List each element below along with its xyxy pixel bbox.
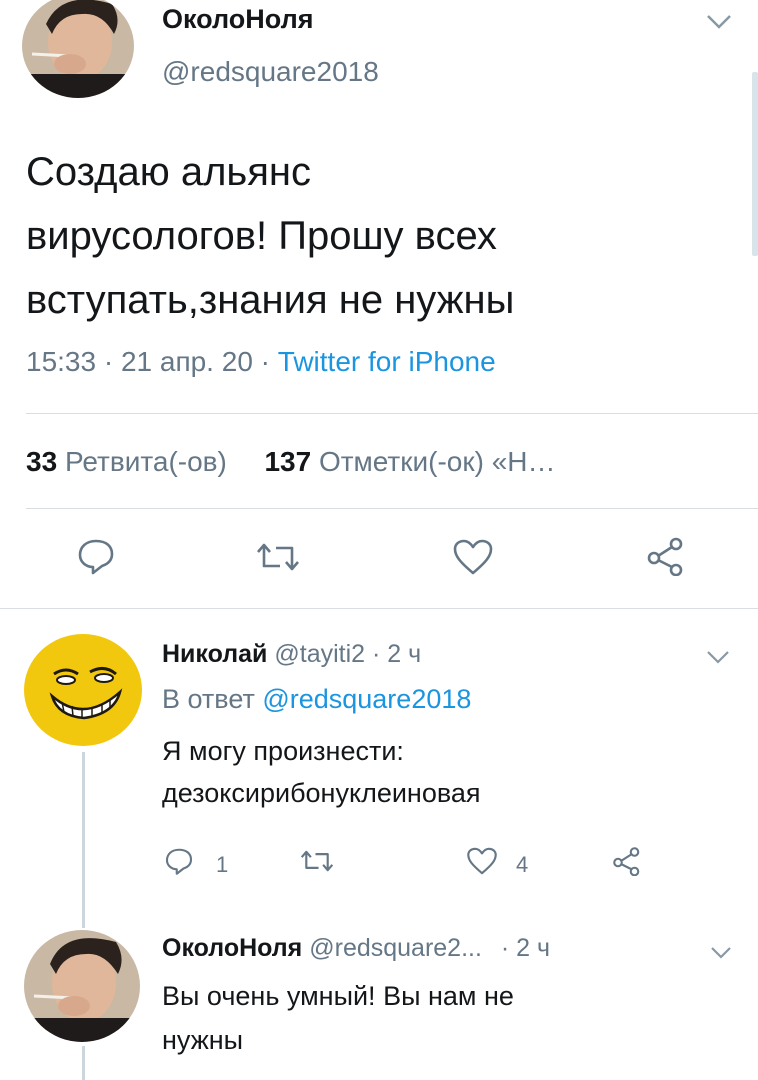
reply-avatar[interactable]: [24, 634, 142, 746]
retweets-stat[interactable]: 33 Ретвита(-ов): [26, 446, 227, 477]
chevron-down-icon[interactable]: [706, 650, 730, 664]
reply-to-handle[interactable]: @redsquare2018: [262, 684, 471, 714]
retweets-count: 33: [26, 446, 58, 477]
likes-label: Отметки(-ок) «Н…: [318, 446, 556, 477]
divider: [26, 508, 758, 509]
author-avatar[interactable]: [22, 0, 134, 98]
divider: [26, 413, 758, 414]
retweet-icon[interactable]: [256, 540, 300, 574]
tweet-text: Создаю альянс вирусологов! Прошу всех вс…: [26, 140, 514, 332]
reply-to-line: В ответ @redsquare2018: [162, 684, 471, 715]
tweet-text-line: вирусологов! Прошу всех: [26, 214, 497, 258]
chevron-down-icon[interactable]: [710, 946, 732, 960]
thread-line: [82, 752, 85, 928]
reply-header: Николай @tayiti2 · 2 ч: [162, 640, 421, 669]
reply-display-name[interactable]: ОколоНоля: [162, 934, 302, 962]
reply-icon[interactable]: [164, 846, 194, 876]
reply-handle[interactable]: @redsquare2...: [309, 934, 482, 962]
likes-count: 137: [264, 446, 312, 477]
share-icon[interactable]: [612, 846, 642, 876]
reply-to-prefix: В ответ: [162, 684, 263, 714]
reply-text-line: Вы очень умный! Вы нам не: [162, 981, 514, 1011]
share-icon[interactable]: [646, 536, 686, 576]
tweet-stats: 33 Ретвита(-ов) 137 Отметки(-ок) «Н…: [26, 446, 556, 478]
thread-line: [82, 1046, 85, 1080]
author-display-name[interactable]: ОколоНоля: [162, 4, 314, 35]
reply-text-line: дезоксирибонуклеиновая: [162, 778, 481, 808]
reply-time[interactable]: · 2 ч: [501, 934, 550, 962]
heart-icon[interactable]: [466, 846, 498, 876]
reply-text-line: Я могу произнести:: [162, 736, 404, 766]
reply-handle-time[interactable]: @tayiti2 · 2 ч: [274, 640, 421, 668]
reply-avatar[interactable]: [24, 930, 140, 1042]
tweet-timestamp[interactable]: 15:33 · 21 апр. 20 ·: [26, 346, 278, 377]
chevron-down-icon[interactable]: [706, 14, 732, 30]
reply-count: 1: [216, 852, 229, 877]
tweet-text-line: вступать,знания не нужны: [26, 278, 515, 322]
tweet-text-line: Создаю альянс: [26, 150, 312, 194]
reply-text: Вы очень умный! Вы нам не нужны: [162, 974, 514, 1062]
divider: [0, 608, 758, 609]
scrollbar[interactable]: [752, 72, 758, 256]
likes-stat[interactable]: 137 Отметки(-ок) «Н…: [264, 446, 555, 477]
retweet-icon[interactable]: [300, 848, 334, 874]
reply-text: Я могу произнести: дезоксирибонуклеинова…: [162, 730, 481, 814]
like-count: 4: [516, 852, 529, 877]
heart-icon[interactable]: [452, 538, 494, 576]
reply-icon[interactable]: [76, 536, 116, 576]
reply-display-name[interactable]: Николай: [162, 640, 267, 668]
reply-header: ОколоНоля @redsquare2... · 2 ч: [162, 934, 550, 963]
tweet-source[interactable]: Twitter for iPhone: [278, 346, 496, 377]
tweet-meta: 15:33 · 21 апр. 20 · Twitter for iPhone: [26, 346, 496, 378]
retweets-label: Ретвита(-ов): [64, 446, 227, 477]
author-handle[interactable]: @redsquare2018: [162, 56, 379, 88]
reply-text-line: нужны: [162, 1025, 244, 1055]
